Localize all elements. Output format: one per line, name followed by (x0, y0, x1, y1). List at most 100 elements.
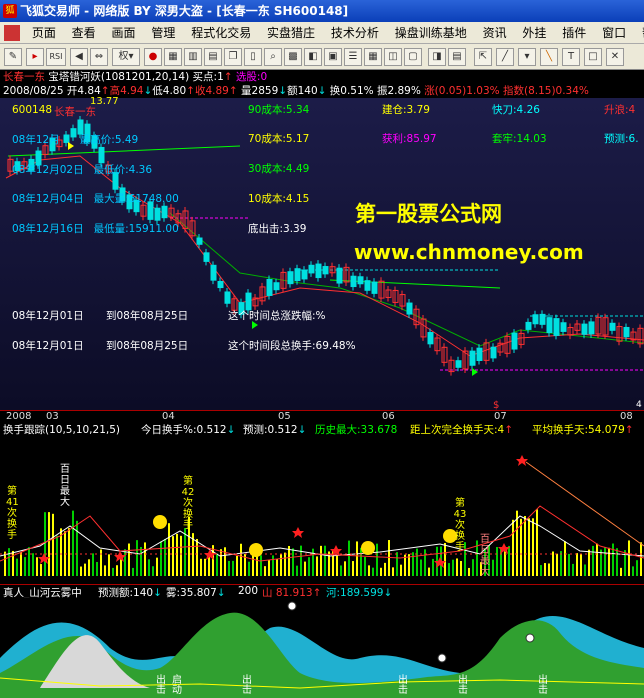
rights-dropdown[interactable]: 权▾ (112, 48, 140, 66)
arrow-left-icon[interactable]: ◀ (70, 48, 88, 66)
code-label: 600148 (12, 104, 53, 116)
start-label: 启动 (172, 676, 182, 696)
record-icon[interactable]: ● (144, 48, 162, 66)
candle-body (350, 275, 357, 288)
axis-cursor-marker[interactable]: $ (493, 400, 499, 411)
turnover-bar (336, 555, 338, 576)
turnover-bar (140, 546, 142, 576)
window-menu-icon[interactable] (4, 25, 20, 41)
turnover-bar (120, 559, 122, 576)
turnover-bar (412, 552, 414, 576)
period2-label: 这个时间段总换手:69.48% (228, 340, 356, 352)
candle-body (609, 322, 616, 331)
calc-icon[interactable]: ▦ (364, 48, 382, 66)
turnover-bar (8, 548, 10, 576)
menu-addons[interactable]: 插件 (556, 22, 592, 44)
text-tool-icon[interactable]: T (562, 48, 580, 66)
candle-body (217, 280, 224, 289)
hdm1-char1: 百 (60, 464, 70, 475)
bars-icon[interactable]: ▥ (184, 48, 202, 66)
rank42-char1: 第 (183, 476, 193, 487)
attack2-char2: 击 (242, 685, 252, 696)
turnover-bar (540, 565, 542, 576)
rsi-icon[interactable]: RSI (46, 48, 66, 66)
cursor-select-icon[interactable]: ⇱ (474, 48, 492, 66)
window-icon[interactable]: ▢ (404, 48, 422, 66)
save-icon[interactable]: ▣ (324, 48, 342, 66)
candle-body (322, 266, 329, 275)
cursor-icon[interactable]: ▸ (26, 48, 44, 66)
candle-body (532, 314, 539, 325)
split-icon[interactable]: ◨ (428, 48, 446, 66)
turnover-bar (168, 523, 170, 576)
turnover-bar (444, 542, 446, 576)
menu-page[interactable]: 页面 (26, 22, 62, 44)
main-chart-panel[interactable]: 600148 长春一东 13.77 08年12月 最高价:5.49 08年12月… (0, 96, 644, 410)
menu-manage[interactable]: 管理 (145, 22, 181, 44)
menu-screen[interactable]: 画面 (106, 22, 142, 44)
turnover-bar (368, 565, 370, 576)
menu-view[interactable]: 查看 (66, 22, 102, 44)
turnover-bar (228, 560, 230, 576)
layers-icon[interactable]: ◫ (384, 48, 402, 66)
turnover-bar (628, 540, 630, 576)
cost-90-label: 90成本 (248, 104, 283, 116)
rect-tool-icon[interactable]: □ (584, 48, 602, 66)
indicator1-panel[interactable]: 第 41 次 换手 第 42 次 换手 第 43 次 换手 百 日 最 大 百 … (0, 436, 644, 584)
menu-live-hunt[interactable]: 实盘猎庄 (261, 22, 321, 44)
turnover-bar (32, 553, 34, 576)
period2-from: 08年12月01日 (12, 340, 84, 352)
menu-programmatic-trade[interactable]: 程式化交易 (185, 22, 257, 44)
close-label: 收 (194, 85, 206, 97)
window-title: 飞狐交易师 - 网络版 BY 深男大盗 - [长春一东 SH600148] (20, 4, 349, 18)
pen-icon[interactable]: ✎ (4, 48, 22, 66)
low-arrow: ↑ (186, 85, 195, 97)
menu-window[interactable]: 窗口 (596, 22, 632, 44)
grid-icon[interactable]: ▦ (164, 48, 182, 66)
swap-icon[interactable]: ⇔ (90, 48, 108, 66)
indicator2-panel[interactable]: 出击 启动 出击 出击 出击 出击 (0, 598, 644, 698)
period2-to: 到08年08月25日 (106, 340, 189, 352)
copy-icon[interactable]: ❐ (224, 48, 242, 66)
turnover-bar (292, 548, 294, 576)
turnover-bar (580, 554, 582, 576)
hdm1-char4: 大 (60, 497, 70, 508)
turnover-bar (180, 535, 182, 576)
turnover-bar (296, 565, 298, 576)
chart-icon[interactable]: ▤ (204, 48, 222, 66)
signal-knife: 快刀:4.26 (492, 104, 540, 116)
bookmark-icon[interactable]: ◧ (304, 48, 322, 66)
attack-label-3: 出击 (398, 676, 408, 696)
tile-icon[interactable]: ▤ (448, 48, 466, 66)
attack5-char2: 击 (538, 685, 548, 696)
decay-line (525, 461, 644, 547)
list-icon[interactable]: ☰ (344, 48, 362, 66)
turnover-chart[interactable] (0, 436, 644, 584)
candle-body (539, 313, 546, 325)
menu-help[interactable]: 帮助 (636, 22, 644, 44)
turnover-bar (112, 567, 114, 576)
turnover-bar (248, 561, 250, 576)
candle-body (336, 267, 343, 284)
dropdown-icon[interactable]: ▾ (518, 48, 536, 66)
turnover-bar (36, 557, 38, 576)
turnover-bar (468, 567, 470, 576)
menu-technical-analysis[interactable]: 技术分析 (325, 22, 385, 44)
bar-date: 2008/08/25 (3, 85, 64, 97)
table-icon[interactable]: ▩ (284, 48, 302, 66)
turnover-bar (276, 559, 278, 576)
cloud-marker-icon (525, 633, 535, 643)
turnover-bar (452, 559, 454, 576)
turnover-bar (100, 549, 102, 576)
line-tool-icon[interactable]: ╱ (496, 48, 514, 66)
menu-training-base[interactable]: 操盘训练基地 (389, 22, 473, 44)
candle-body (273, 282, 280, 291)
draw-tool-icon[interactable]: ╲ (540, 48, 558, 66)
close-tool-icon[interactable]: ✕ (606, 48, 624, 66)
menu-info[interactable]: 资讯 (477, 22, 513, 44)
menu-plugins-ext[interactable]: 外挂 (516, 22, 552, 44)
file-icon[interactable]: ▯ (244, 48, 262, 66)
cost-70-label: 70成本 (248, 133, 283, 145)
watermark-title: 第一股票公式网 (355, 202, 502, 226)
search-icon[interactable]: ⌕ (264, 48, 282, 66)
